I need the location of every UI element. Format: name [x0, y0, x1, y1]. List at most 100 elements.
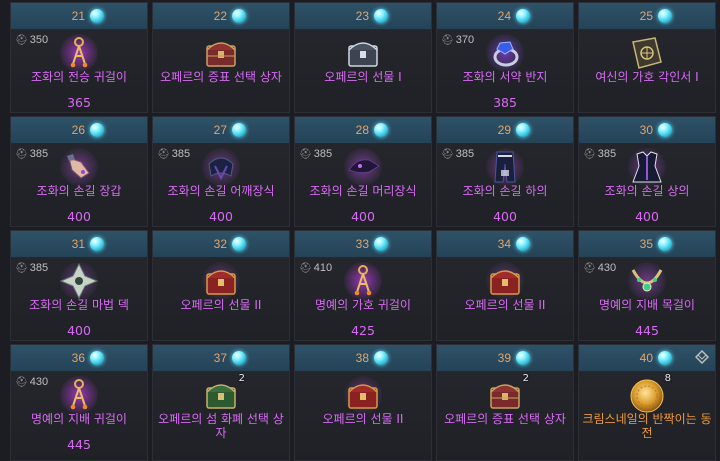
- item-name: 오페르의 선물 I: [324, 70, 402, 84]
- reward-card[interactable]: 40 8 크림스네일의 반짝이는 동전: [578, 344, 716, 461]
- item-level: ⛑ 350: [15, 34, 48, 46]
- reward-card[interactable]: 22 오페르의 증표 선택 상자: [152, 2, 290, 113]
- item-name: 여신의 가호 각인서 I: [595, 70, 699, 84]
- ring-icon[interactable]: [485, 34, 525, 72]
- item-level-value: 385: [171, 148, 191, 160]
- item-level: ⛑ 385: [299, 148, 332, 160]
- item-level: ⛑ 385: [441, 148, 474, 160]
- day-header: 30: [579, 117, 715, 144]
- item-name: 명예의 지배 목걸이: [599, 298, 695, 312]
- item-name: 조화의 손길 머리장식: [309, 184, 417, 198]
- reward-card[interactable]: 39 2 오페르의 증표 선택 상자: [436, 344, 574, 461]
- helmet-icon[interactable]: [343, 148, 383, 186]
- item-level-value: 430: [29, 376, 49, 388]
- day-number: 28: [355, 123, 369, 137]
- silver-chest-icon[interactable]: [343, 34, 383, 72]
- reward-card[interactable]: 37 2 오페르의 섬 화폐 선택 상자: [152, 344, 290, 461]
- chest-icon[interactable]: 2: [485, 373, 529, 414]
- earring-icon[interactable]: [343, 262, 383, 300]
- helmet-level-icon: ⛑: [441, 149, 454, 160]
- item-level: ⛑ 385: [157, 148, 190, 160]
- item-name: 오페르의 선물 II: [322, 412, 404, 426]
- day-header: 23: [295, 3, 431, 30]
- reward-card[interactable]: 26 ⛑ 385 조화의 손길 장갑 400: [10, 116, 148, 227]
- red-chest-icon[interactable]: [201, 262, 241, 300]
- pants-icon[interactable]: [485, 148, 525, 186]
- day-header: 26: [11, 117, 147, 144]
- helmet-level-icon: ⛑: [583, 263, 596, 274]
- item-name: 조화의 전승 귀걸이: [31, 70, 127, 84]
- item-name: 조화의 손길 어깨장식: [167, 184, 275, 198]
- item-name: 조화의 손길 장갑: [36, 184, 122, 198]
- upgraded-item-level: 425: [351, 323, 375, 338]
- green-chest-icon[interactable]: 2: [201, 373, 245, 414]
- day-header: 31: [11, 231, 147, 258]
- gem-icon: [90, 351, 104, 365]
- reward-card[interactable]: 36 ⛑ 430 명예의 지배 귀걸이 445: [10, 344, 148, 461]
- shoulder-icon[interactable]: [201, 148, 241, 186]
- reward-card[interactable]: 33 ⛑ 410 명예의 가호 귀걸이 425: [294, 230, 432, 341]
- item-level-value: 385: [313, 148, 333, 160]
- chest-armor-icon[interactable]: [627, 148, 667, 186]
- gem-icon: [374, 9, 388, 23]
- day-number: 35: [639, 237, 653, 251]
- gem-icon: [516, 9, 530, 23]
- item-level-value: 385: [455, 148, 475, 160]
- item-level-value: 385: [29, 262, 49, 274]
- engraving-book-icon[interactable]: [627, 34, 667, 72]
- reward-card[interactable]: 27 ⛑ 385 조화의 손길 어깨장식 400: [152, 116, 290, 227]
- day-number: 24: [497, 9, 511, 23]
- day-number: 26: [71, 123, 85, 137]
- helmet-level-icon: ⛑: [15, 35, 28, 46]
- reward-card[interactable]: 35 ⛑ 430 명예의 지배 목걸이 445: [578, 230, 716, 341]
- earring-icon[interactable]: [59, 376, 99, 414]
- red-chest-icon[interactable]: [343, 376, 383, 414]
- upgraded-item-level: 400: [209, 209, 233, 224]
- red-chest-icon[interactable]: [485, 262, 525, 300]
- day-number: 38: [355, 351, 369, 365]
- item-name: 명예의 지배 귀걸이: [31, 412, 127, 426]
- reward-card[interactable]: 34 오페르의 선물 II: [436, 230, 574, 341]
- day-header: 36: [11, 345, 147, 372]
- item-quantity: 8: [664, 373, 671, 384]
- day-header: 29: [437, 117, 573, 144]
- day-header: 27: [153, 117, 289, 144]
- reward-card[interactable]: 32 오페르의 선물 II: [152, 230, 290, 341]
- reward-card[interactable]: 25 여신의 가호 각인서 I: [578, 2, 716, 113]
- item-level-value: 385: [29, 148, 49, 160]
- item-level-value: 430: [597, 262, 617, 274]
- reward-card[interactable]: 29 ⛑ 385 조화의 손길 하의 400: [436, 116, 574, 227]
- upgraded-item-level: 400: [635, 209, 659, 224]
- necklace-icon[interactable]: [627, 262, 667, 300]
- item-level-value: 410: [313, 262, 333, 274]
- item-level: ⛑ 430: [15, 376, 48, 388]
- reward-card[interactable]: 21 ⛑ 350 조화의 전승 귀걸이 365: [10, 2, 148, 113]
- day-number: 34: [497, 237, 511, 251]
- item-quantity: 2: [522, 373, 529, 384]
- gloves-icon[interactable]: [59, 148, 99, 186]
- day-number: 23: [355, 9, 369, 23]
- gem-icon: [658, 351, 672, 365]
- item-name: 크림스네일의 반짝이는 동전: [582, 412, 712, 440]
- reward-card[interactable]: 23 오페르의 선물 I: [294, 2, 432, 113]
- gem-icon: [90, 123, 104, 137]
- earring-icon[interactable]: [59, 34, 99, 72]
- gem-icon: [90, 9, 104, 23]
- reward-card[interactable]: 28 ⛑ 385 조화의 손길 머리장식 400: [294, 116, 432, 227]
- gem-icon: [232, 237, 246, 251]
- card-deck-icon[interactable]: [59, 262, 99, 300]
- item-level: ⛑ 410: [299, 262, 332, 274]
- day-header: 28: [295, 117, 431, 144]
- helmet-level-icon: ⛑: [157, 149, 170, 160]
- reward-card[interactable]: 24 ⛑ 370 조화의 서약 반지 385: [436, 2, 574, 113]
- item-level: ⛑ 430: [583, 262, 616, 274]
- reward-card[interactable]: 31 ⛑ 385 조화의 손길 마법 덱 400: [10, 230, 148, 341]
- chest-icon[interactable]: [201, 34, 241, 72]
- gold-coin-icon[interactable]: 8: [627, 373, 671, 414]
- reward-card[interactable]: 38 오페르의 선물 II: [294, 344, 432, 461]
- helmet-level-icon: ⛑: [299, 263, 312, 274]
- gem-icon: [90, 237, 104, 251]
- item-name: 오페르의 증표 선택 상자: [444, 412, 566, 426]
- reward-card[interactable]: 30 ⛑ 385 조화의 손길 상의 400: [578, 116, 716, 227]
- helmet-level-icon: ⛑: [441, 35, 454, 46]
